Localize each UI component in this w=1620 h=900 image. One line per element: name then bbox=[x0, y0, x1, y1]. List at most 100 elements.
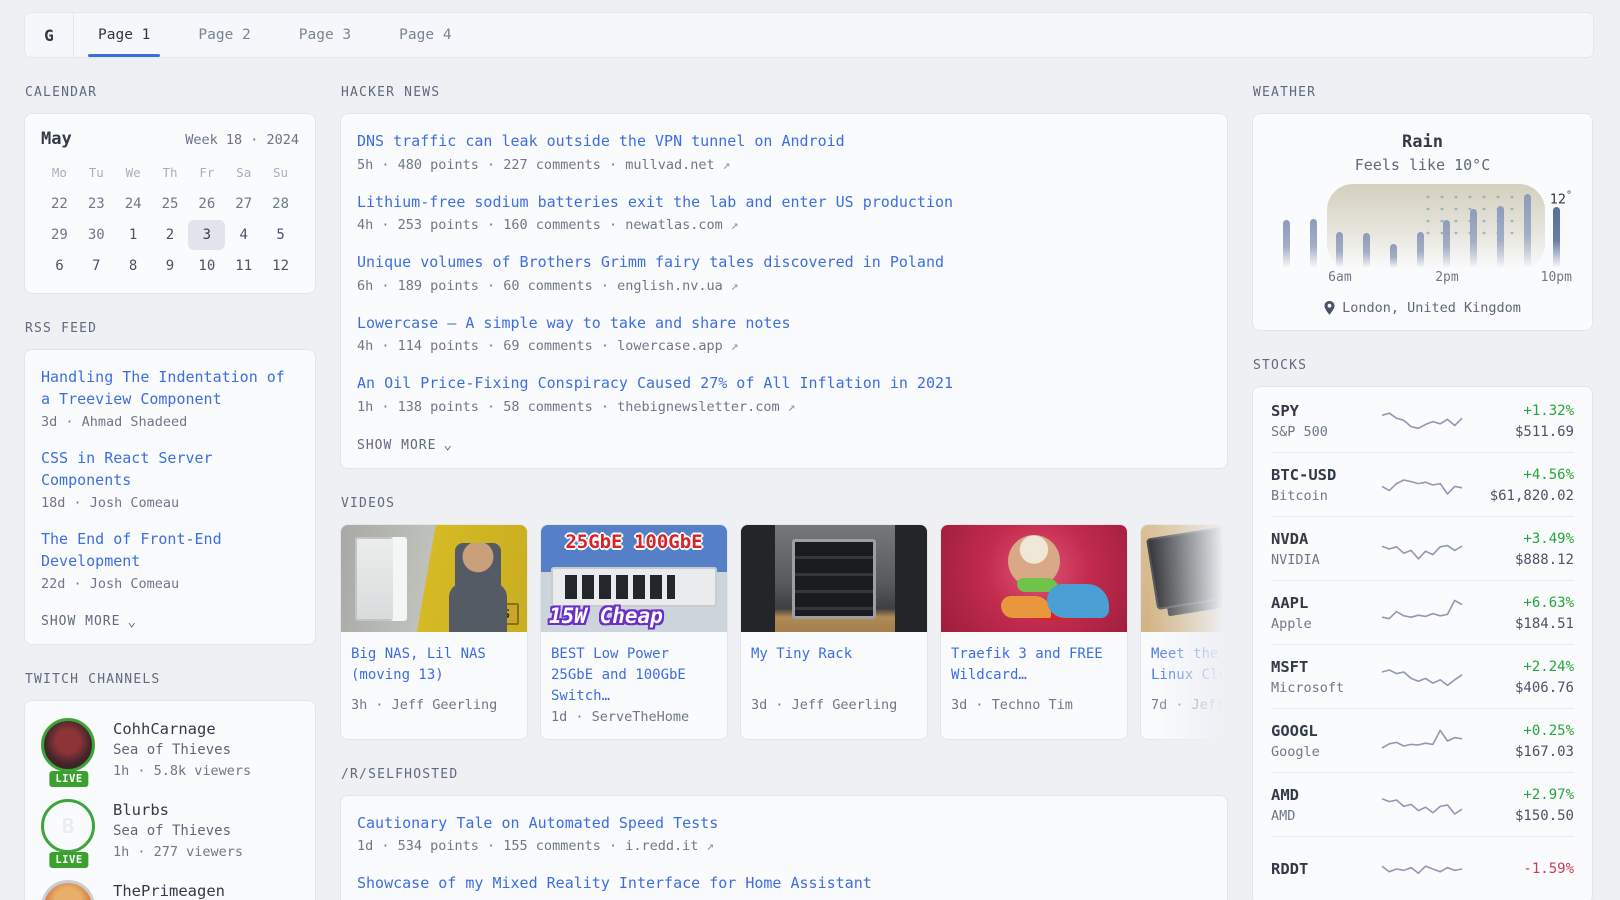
video-title[interactable]: Traefik 3 and FREE Wildcard… bbox=[941, 632, 1127, 695]
stock-price: $184.51 bbox=[1464, 615, 1574, 634]
twitch-channel-name[interactable]: ThePrimeagen bbox=[113, 880, 225, 900]
video-title[interactable]: Big NAS, Lil NAS (moving 13) bbox=[341, 632, 527, 695]
weather-hour-slot bbox=[1514, 192, 1541, 290]
calendar-day: 28 bbox=[262, 189, 299, 219]
reddit-widget: Cautionary Tale on Automated Speed Tests… bbox=[340, 795, 1228, 900]
feed-item-meta: 4h · 253 points · 160 comments · newatla… bbox=[357, 215, 1211, 236]
stock-symbol: RDDT bbox=[1271, 858, 1379, 881]
feed-item-title[interactable]: DNS traffic can leak outside the VPN tun… bbox=[357, 131, 1211, 153]
stock-row-btc-usd[interactable]: BTC-USDBitcoin+4.56%$61,820.02 bbox=[1271, 453, 1574, 517]
weather-hour-slot: 2pm bbox=[1434, 192, 1461, 290]
twitch-channel-row[interactable]: LIVE CohhCarnageSea of Thieves1h · 5.8k v… bbox=[41, 718, 299, 781]
calendar-day: 2 bbox=[152, 220, 189, 250]
rss-section-title: RSS FEED bbox=[25, 321, 316, 336]
show-more-label: SHOW MORE bbox=[357, 438, 436, 453]
stock-symbol: MSFT bbox=[1271, 656, 1379, 679]
weather-bar bbox=[1336, 232, 1343, 269]
video-meta: 7d · Jeff bbox=[1141, 695, 1228, 727]
tab-page-4[interactable]: Page 4 bbox=[375, 13, 475, 57]
video-thumbnail[interactable]: LIL NAS bbox=[341, 525, 527, 632]
calendar-day: 7 bbox=[78, 251, 115, 281]
calendar-day: 4 bbox=[225, 220, 262, 250]
hackernews-show-more-button[interactable]: SHOW MORE ⌄ bbox=[357, 438, 453, 453]
twitch-channel-game[interactable]: Sea of Thieves bbox=[113, 821, 243, 842]
external-link-icon: ↗ bbox=[723, 218, 739, 233]
calendar-day: 23 bbox=[78, 189, 115, 219]
video-thumbnail[interactable] bbox=[941, 525, 1127, 632]
twitch-channel-meta: 1h · 5.8k viewers bbox=[113, 761, 251, 781]
feed-item-title[interactable]: The End of Front-End Development bbox=[41, 529, 299, 572]
feed-item-title[interactable]: Unique volumes of Brothers Grimm fairy t… bbox=[357, 252, 1211, 274]
feed-item-title[interactable]: An Oil Price-Fixing Conspiracy Caused 27… bbox=[357, 373, 1211, 395]
stock-row-aapl[interactable]: AAPLApple+6.63%$184.51 bbox=[1271, 581, 1574, 645]
calendar-day: 6 bbox=[41, 251, 78, 281]
chevron-down-icon: ⌄ bbox=[127, 618, 136, 626]
video-title[interactable]: Meet the Linux Clu bbox=[1141, 632, 1228, 695]
tab-page-3[interactable]: Page 3 bbox=[275, 13, 375, 57]
stock-change: +0.25% bbox=[1464, 720, 1574, 743]
twitch-channel-name[interactable]: CohhCarnage bbox=[113, 718, 251, 740]
feed-item-title[interactable]: Lowercase – A simple way to take and sha… bbox=[357, 313, 1211, 335]
stock-row-googl[interactable]: GOOGLGoogle+0.25%$167.03 bbox=[1271, 709, 1574, 773]
hackernews-section-title: HACKER NEWS bbox=[341, 85, 1228, 100]
nav-bar: G Page 1Page 2Page 3Page 4 bbox=[24, 12, 1594, 58]
stock-change: +4.56% bbox=[1464, 464, 1574, 487]
stock-row-nvda[interactable]: NVDANVIDIA+3.49%$888.12 bbox=[1271, 517, 1574, 581]
feed-item-title[interactable]: CSS in React Server Components bbox=[41, 448, 299, 491]
calendar-day: 10 bbox=[188, 251, 225, 281]
calendar-week-label: Week 18 · 2024 bbox=[185, 132, 299, 148]
weather-bar bbox=[1443, 220, 1450, 268]
feed-item-title[interactable]: Handling The Indentation of a Treeview C… bbox=[41, 367, 299, 410]
weather-hour-slot: 6am bbox=[1327, 192, 1354, 290]
twitch-channel-game[interactable]: Sea of Thieves bbox=[113, 740, 251, 761]
video-thumbnail[interactable]: 25GbE 100GbE15W Cheap bbox=[541, 525, 727, 632]
video-thumbnail[interactable]: FAS bbox=[1141, 525, 1228, 632]
thumbnail-text: LIL NAS bbox=[450, 603, 519, 625]
stock-row-msft[interactable]: MSFTMicrosoft+2.24%$406.76 bbox=[1271, 645, 1574, 709]
stock-name: Apple bbox=[1271, 615, 1379, 634]
video-title[interactable]: BEST Low Power 25GbE and 100GbE Switch… bbox=[541, 632, 727, 707]
calendar-header: May Week 18 · 2024 bbox=[41, 129, 299, 149]
twitch-channel-name[interactable]: Blurbs bbox=[113, 799, 243, 821]
calendar-day: 12 bbox=[262, 251, 299, 281]
stock-row-amd[interactable]: AMDAMD+2.97%$150.50 bbox=[1271, 773, 1574, 837]
tab-page-1[interactable]: Page 1 bbox=[74, 13, 174, 57]
video-thumbnail[interactable] bbox=[741, 525, 927, 632]
tab-page-2[interactable]: Page 2 bbox=[174, 13, 274, 57]
stock-price: $150.50 bbox=[1464, 807, 1574, 826]
app-logo[interactable]: G bbox=[25, 13, 74, 57]
calendar-month: May bbox=[41, 129, 72, 149]
calendar-day: 1 bbox=[115, 220, 152, 250]
twitch-avatar-wrap: LIVE bbox=[41, 718, 97, 781]
feed-item: CSS in React Server Components18d · Josh… bbox=[41, 448, 299, 513]
thumbnail-text: 15W Cheap bbox=[549, 604, 663, 628]
calendar-day: 27 bbox=[225, 189, 262, 219]
stock-symbol: AAPL bbox=[1271, 592, 1379, 615]
feed-item-title[interactable]: Cautionary Tale on Automated Speed Tests bbox=[357, 813, 1211, 835]
feed-item-meta: 18d · Josh Comeau bbox=[41, 493, 299, 513]
feed-item-title[interactable]: Showcase of my Mixed Reality Interface f… bbox=[357, 873, 1211, 895]
rss-show-more-button[interactable]: SHOW MORE ⌄ bbox=[41, 614, 137, 629]
weather-hour-slot bbox=[1273, 192, 1300, 290]
calendar-weekday: Tu bbox=[78, 159, 115, 188]
twitch-channel-row[interactable]: ThePrimeagen bbox=[41, 880, 299, 900]
weather-condition: Rain bbox=[1273, 132, 1572, 152]
stock-change: -1.59% bbox=[1464, 858, 1574, 881]
calendar-weekday: Su bbox=[262, 159, 299, 188]
video-title[interactable]: My Tiny Rack bbox=[741, 632, 927, 695]
hackernews-list: DNS traffic can leak outside the VPN tun… bbox=[357, 131, 1211, 418]
calendar-weekday: Th bbox=[152, 159, 189, 188]
stock-row-spy[interactable]: SPYS&P 500+1.32%$511.69 bbox=[1271, 389, 1574, 453]
feed-item-title[interactable]: Lithium-free sodium batteries exit the l… bbox=[357, 192, 1211, 214]
feed-item-meta: 6h · 189 points · 60 comments · english.… bbox=[357, 276, 1211, 297]
feed-item-meta: 1h · 138 points · 58 comments · thebigne… bbox=[357, 397, 1211, 418]
calendar-day: 22 bbox=[41, 189, 78, 219]
videos-carousel: LIL NASBig NAS, Lil NAS (moving 13)3h · … bbox=[340, 524, 1228, 740]
twitch-channel-row[interactable]: BLIVEBlurbsSea of Thieves1h · 277 viewer… bbox=[41, 799, 299, 862]
feed-item-meta: 5h · 480 points · 227 comments · mullvad… bbox=[357, 155, 1211, 176]
stock-change: +1.32% bbox=[1464, 400, 1574, 423]
video-card: Traefik 3 and FREE Wildcard…3d · Techno … bbox=[940, 524, 1128, 740]
stock-row-rddt[interactable]: RDDT -1.59% bbox=[1271, 837, 1574, 900]
external-link-icon: ↗ bbox=[715, 158, 731, 173]
calendar-day: 5 bbox=[262, 220, 299, 250]
